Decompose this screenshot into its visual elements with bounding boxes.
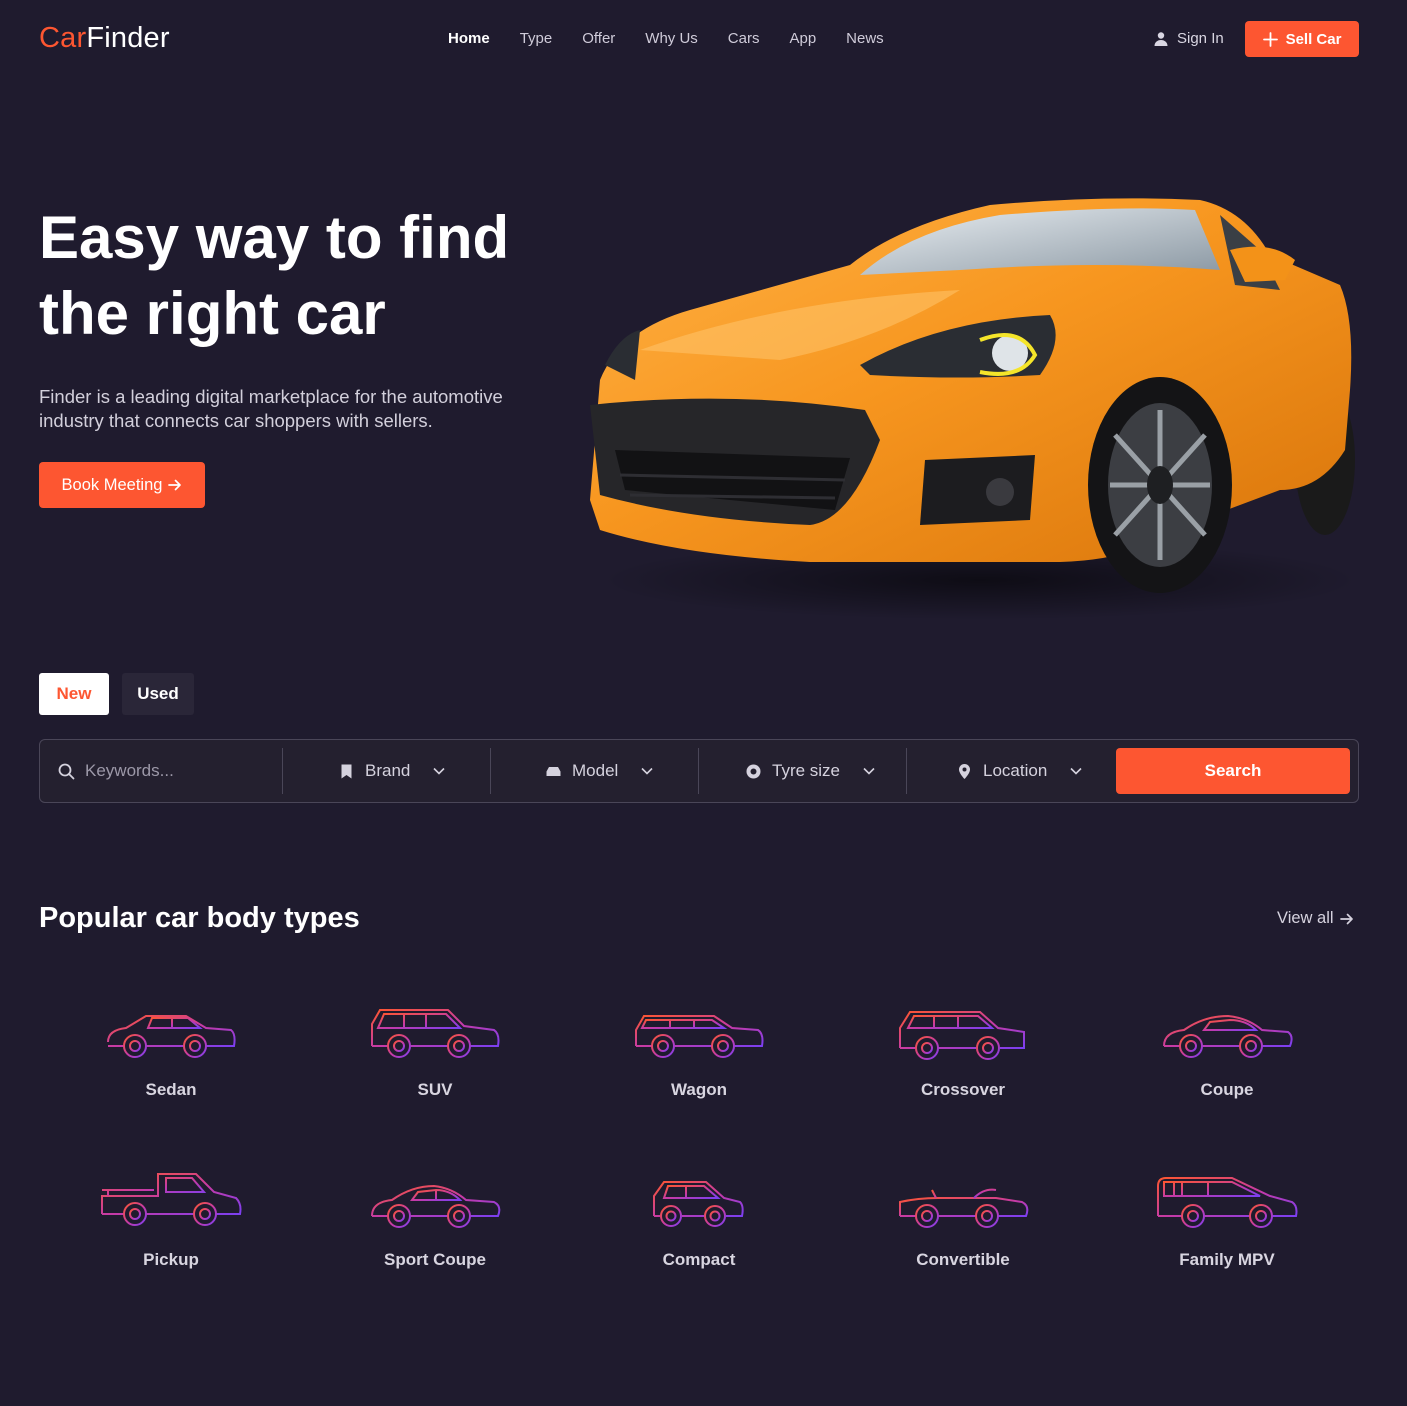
divider: [698, 748, 699, 794]
brand-label: Brand: [365, 761, 411, 780]
nav-link-type[interactable]: Type: [520, 30, 553, 47]
nav-link-home[interactable]: Home: [448, 30, 490, 47]
car-icon: [546, 766, 561, 776]
family-mpv-icon: [1157, 1177, 1298, 1228]
view-all-label: View all: [1277, 909, 1334, 927]
chevron-down-icon: [863, 767, 875, 775]
sell-car-button[interactable]: Sell Car: [1245, 21, 1359, 57]
hero-car-image: [590, 198, 1360, 620]
location-label: Location: [983, 761, 1048, 780]
arrow-right-icon: [1339, 913, 1353, 924]
tab-new[interactable]: New: [39, 673, 109, 715]
body-type-label: Sedan: [145, 1080, 197, 1099]
body-type-wagon[interactable]: Wagon: [589, 1000, 809, 1120]
hero-description: Finder is a leading digital marketplace …: [39, 386, 503, 431]
body-type-suv[interactable]: SUV: [325, 1000, 545, 1120]
search-button[interactable]: Search: [1116, 748, 1350, 794]
sport-coupe-icon: [371, 1184, 501, 1228]
tyre-icon: [746, 764, 761, 778]
body-type-coupe[interactable]: Coupe: [1117, 1000, 1337, 1120]
logo-finder-text: Finder: [86, 22, 170, 54]
body-type-label: Convertible: [916, 1250, 1010, 1269]
plus-icon: [1262, 31, 1278, 47]
nav-link-app[interactable]: App: [789, 30, 816, 47]
sedan-icon: [107, 1015, 236, 1058]
convertible-icon: [899, 1188, 1029, 1228]
bookmark-icon: [341, 764, 352, 778]
brand-select[interactable]: Brand: [338, 740, 478, 802]
body-type-compact[interactable]: Compact: [589, 1170, 809, 1290]
navbar: CarFinder Home Type Offer Why Us Cars Ap…: [0, 0, 1407, 78]
logo-car-text: Car: [39, 22, 87, 54]
body-type-family-mpv[interactable]: Family MPV: [1117, 1170, 1337, 1290]
keywords-field[interactable]: [58, 740, 278, 802]
sell-car-label: Sell Car: [1285, 30, 1342, 48]
nav-link-why-us[interactable]: Why Us: [645, 30, 698, 47]
wagon-icon: [635, 1015, 764, 1058]
chevron-down-icon: [433, 767, 445, 775]
body-type-label: Crossover: [920, 1080, 1006, 1099]
hero-title-line2: the right car: [39, 280, 386, 347]
model-select[interactable]: Model: [545, 740, 685, 802]
search-icon: [58, 763, 75, 779]
book-meeting-button[interactable]: Book Meeting: [39, 462, 205, 508]
body-type-label: SUV: [417, 1080, 453, 1099]
hero-title-line1: Easy way to find: [39, 204, 510, 271]
arrow-right-icon: [168, 479, 182, 491]
body-type-label: Compact: [662, 1250, 736, 1269]
tyre-size-select[interactable]: Tyre size: [745, 740, 905, 802]
body-type-label: Pickup: [143, 1250, 199, 1269]
nav-link-offer[interactable]: Offer: [582, 30, 615, 47]
body-type-label: Coupe: [1200, 1080, 1254, 1099]
hero-title: Easy way to find the right car: [39, 200, 599, 352]
suv-icon: [371, 1009, 500, 1058]
map-pin-icon: [959, 763, 970, 779]
tab-used[interactable]: Used: [122, 673, 194, 715]
compact-icon: [653, 1181, 744, 1227]
body-type-pickup[interactable]: Pickup: [61, 1170, 281, 1290]
pickup-icon: [101, 1173, 242, 1226]
body-type-convertible[interactable]: Convertible: [853, 1170, 1073, 1290]
search-bar: Brand Model Tyre size Location Search: [39, 739, 1359, 803]
crossover-icon: [899, 1011, 1025, 1060]
chevron-down-icon: [1070, 767, 1082, 775]
coupe-icon: [1163, 1014, 1293, 1058]
book-meeting-label: Book Meeting: [61, 475, 163, 494]
body-type-sport-coupe[interactable]: Sport Coupe: [325, 1170, 545, 1290]
keywords-input[interactable]: [85, 761, 265, 781]
sign-in-label: Sign In: [1177, 30, 1224, 47]
tyre-size-label: Tyre size: [772, 761, 841, 780]
nav-link-news[interactable]: News: [846, 30, 884, 47]
nav-link-cars[interactable]: Cars: [728, 30, 760, 47]
body-type-label: Sport Coupe: [384, 1250, 486, 1269]
model-label: Model: [572, 761, 619, 780]
sign-in-link[interactable]: Sign In: [1153, 30, 1224, 47]
section-title: Popular car body types: [39, 902, 360, 934]
divider: [282, 748, 283, 794]
body-type-sedan[interactable]: Sedan: [61, 1000, 281, 1120]
divider: [490, 748, 491, 794]
view-all-link[interactable]: View all: [1277, 909, 1354, 928]
main-nav: Home Type Offer Why Us Cars App News: [448, 30, 914, 47]
body-type-label: Family MPV: [1179, 1250, 1275, 1269]
body-type-crossover[interactable]: Crossover: [853, 1000, 1073, 1120]
body-type-label: Wagon: [670, 1080, 728, 1099]
logo[interactable]: CarFinder: [39, 22, 170, 55]
divider: [906, 748, 907, 794]
location-select[interactable]: Location: [956, 740, 1116, 802]
user-icon: [1154, 31, 1168, 46]
chevron-down-icon: [641, 767, 653, 775]
